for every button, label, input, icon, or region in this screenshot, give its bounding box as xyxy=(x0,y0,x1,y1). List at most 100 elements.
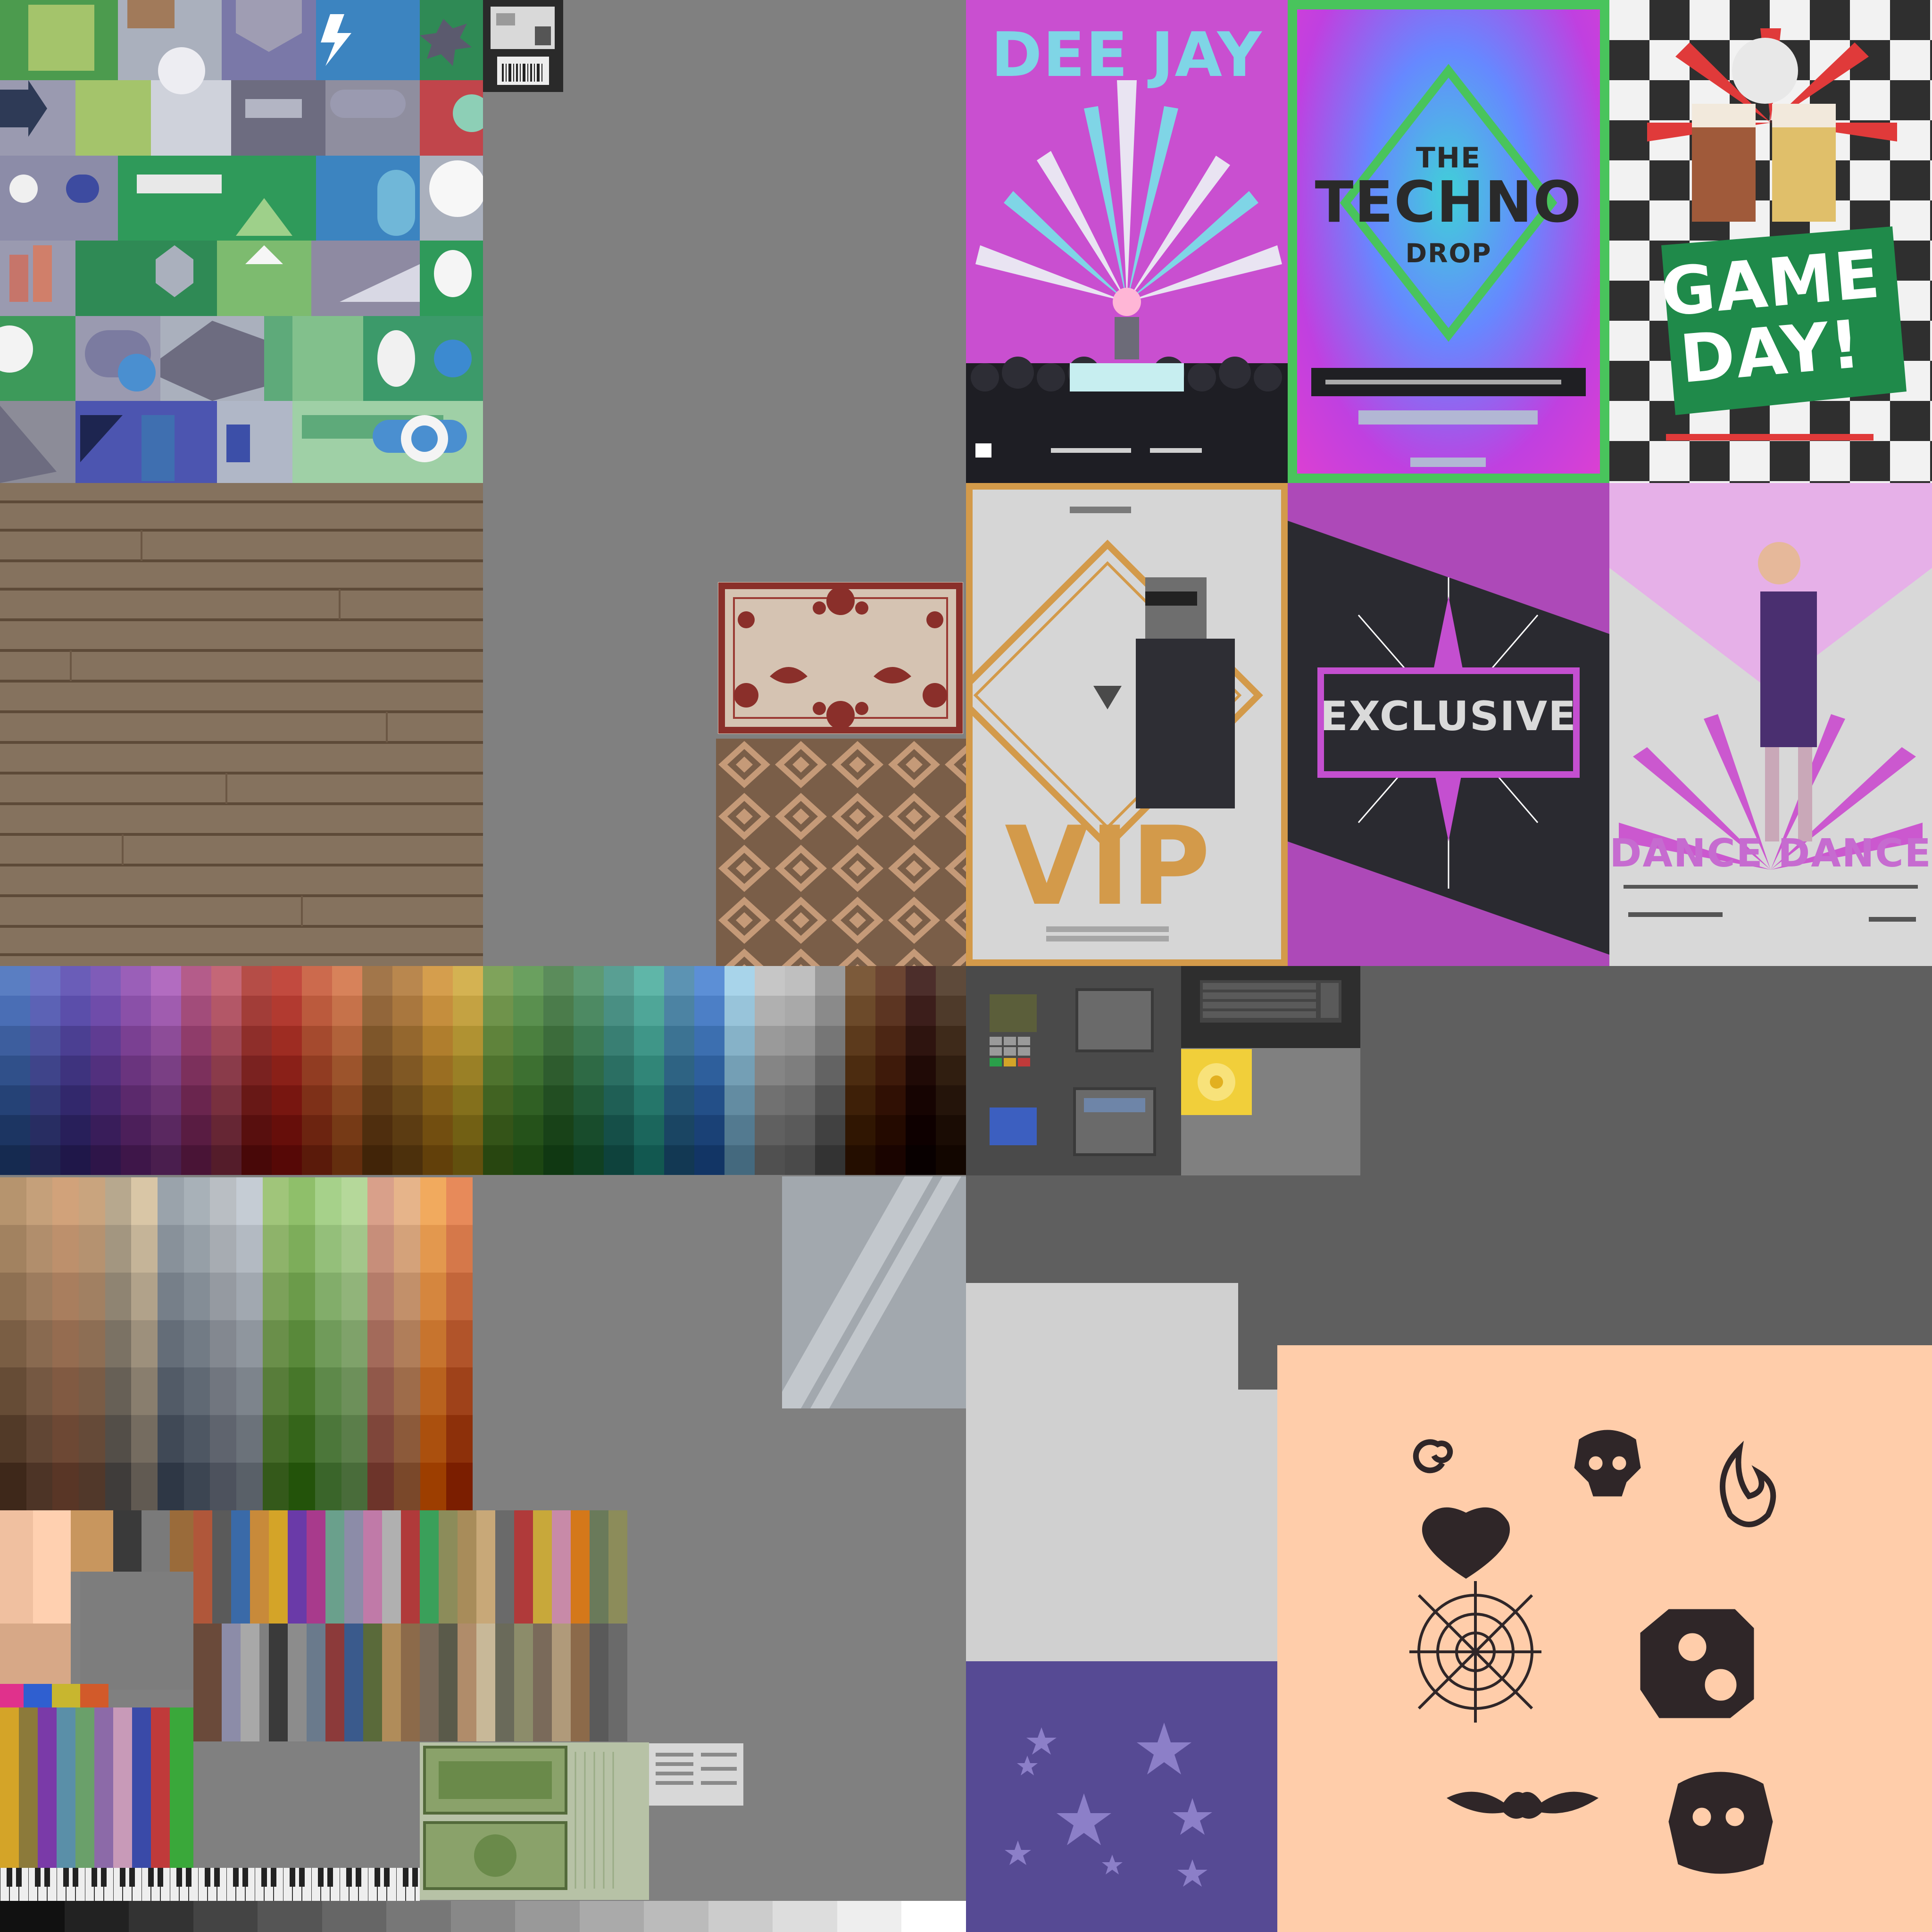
color-swatch xyxy=(258,1901,322,1932)
color-swatch xyxy=(394,1415,420,1463)
color-swatch xyxy=(394,1177,420,1225)
color-swatch xyxy=(105,1463,132,1510)
color-swatch xyxy=(211,1115,242,1145)
muted-swatches-svg xyxy=(193,1510,627,1741)
color-swatch xyxy=(875,1055,906,1086)
color-swatch xyxy=(236,1367,263,1416)
color-swatch xyxy=(446,1224,473,1273)
color-swatch xyxy=(0,966,30,996)
star-icon xyxy=(1102,1855,1123,1874)
color-swatch xyxy=(785,966,815,996)
color-swatch xyxy=(420,1224,447,1273)
color-swatch xyxy=(604,966,634,996)
color-swatch xyxy=(131,1463,158,1510)
color-swatch xyxy=(0,1085,30,1116)
color-swatch xyxy=(392,1025,423,1056)
color-swatch xyxy=(446,1463,473,1510)
skin-swatches-svg xyxy=(0,1510,193,1690)
keyboard-svg xyxy=(1200,980,1341,1023)
color-swatch xyxy=(483,1055,513,1086)
color-swatch xyxy=(815,966,845,996)
color-swatch xyxy=(105,1415,132,1463)
color-swatch xyxy=(236,1272,263,1320)
color-swatch xyxy=(0,1224,26,1273)
color-swatch xyxy=(105,1177,132,1225)
color-swatch xyxy=(158,1224,184,1273)
color-swatch xyxy=(332,966,362,996)
color-swatch xyxy=(30,1145,60,1175)
color-swatch xyxy=(121,996,151,1026)
color-swatch xyxy=(708,1901,773,1932)
color-swatch xyxy=(543,966,574,996)
color-swatch xyxy=(543,1025,574,1056)
color-swatch xyxy=(574,1025,604,1056)
soccer-ball-icon xyxy=(1732,38,1798,104)
color-swatch xyxy=(423,1085,453,1116)
color-swatch xyxy=(694,1055,724,1086)
color-swatch xyxy=(60,1145,91,1175)
poster-exclusive-title: EXCLUSIVE xyxy=(1320,693,1577,740)
poster-dance: DANCE DANCE xyxy=(1609,483,1932,966)
color-swatch xyxy=(634,966,664,996)
color-swatch xyxy=(362,1055,392,1086)
color-swatch xyxy=(262,1367,289,1416)
color-swatch xyxy=(30,1085,60,1116)
color-swatch xyxy=(906,966,936,996)
color-swatch xyxy=(52,1224,79,1273)
color-swatch xyxy=(242,966,272,996)
paper-lines-svg xyxy=(656,1753,737,1785)
color-swatch xyxy=(694,1145,724,1175)
color-swatch xyxy=(181,1085,211,1116)
color-swatch xyxy=(315,1415,341,1463)
color-swatch xyxy=(341,1272,368,1320)
color-swatch xyxy=(0,1367,26,1416)
keyboard-texture xyxy=(1181,966,1360,1048)
color-swatch xyxy=(0,1320,26,1368)
color-swatch xyxy=(446,1320,473,1368)
color-swatch xyxy=(453,1085,483,1116)
color-swatch xyxy=(52,1367,79,1416)
color-swatch xyxy=(724,996,755,1026)
color-swatch xyxy=(367,1320,394,1368)
shipping-label-texture xyxy=(483,0,563,92)
color-swatch xyxy=(420,1177,447,1225)
color-swatch xyxy=(664,1145,694,1175)
color-swatch xyxy=(242,1055,272,1086)
color-swatch xyxy=(79,1272,105,1320)
color-swatch xyxy=(453,1145,483,1175)
color-swatch xyxy=(315,1177,341,1225)
color-swatch xyxy=(60,1025,91,1056)
color-swatch xyxy=(121,1025,151,1056)
color-swatch xyxy=(272,1115,302,1145)
color-swatch xyxy=(644,1901,708,1932)
color-swatch xyxy=(210,1320,236,1368)
color-swatch xyxy=(302,996,332,1026)
keypads-svg xyxy=(990,988,1156,1156)
color-swatch xyxy=(936,1115,966,1145)
color-swatch xyxy=(845,1115,875,1145)
color-swatch xyxy=(936,1025,966,1056)
tribal-icon xyxy=(1447,1791,1599,1819)
color-swatch xyxy=(210,1367,236,1416)
color-swatch xyxy=(362,1085,392,1116)
color-swatch xyxy=(446,1415,473,1463)
color-swatch xyxy=(193,1901,258,1932)
banknotes-svg xyxy=(423,1746,614,1890)
color-swatch xyxy=(183,1367,210,1416)
color-swatch xyxy=(272,1085,302,1116)
color-swatch xyxy=(289,1272,315,1320)
star-icon xyxy=(1017,1756,1038,1775)
color-swatch xyxy=(755,1085,785,1116)
color-swatch xyxy=(236,1224,263,1273)
color-swatch xyxy=(332,1025,362,1056)
color-swatch xyxy=(158,1272,184,1320)
color-swatch xyxy=(26,1367,53,1416)
color-swatch xyxy=(453,996,483,1026)
color-swatch xyxy=(183,1463,210,1510)
color-swatch xyxy=(121,1115,151,1145)
color-swatch xyxy=(91,1145,121,1175)
color-swatch xyxy=(483,1145,513,1175)
color-swatch xyxy=(815,1115,845,1145)
color-swatch xyxy=(341,1367,368,1416)
color-swatch xyxy=(367,1415,394,1463)
